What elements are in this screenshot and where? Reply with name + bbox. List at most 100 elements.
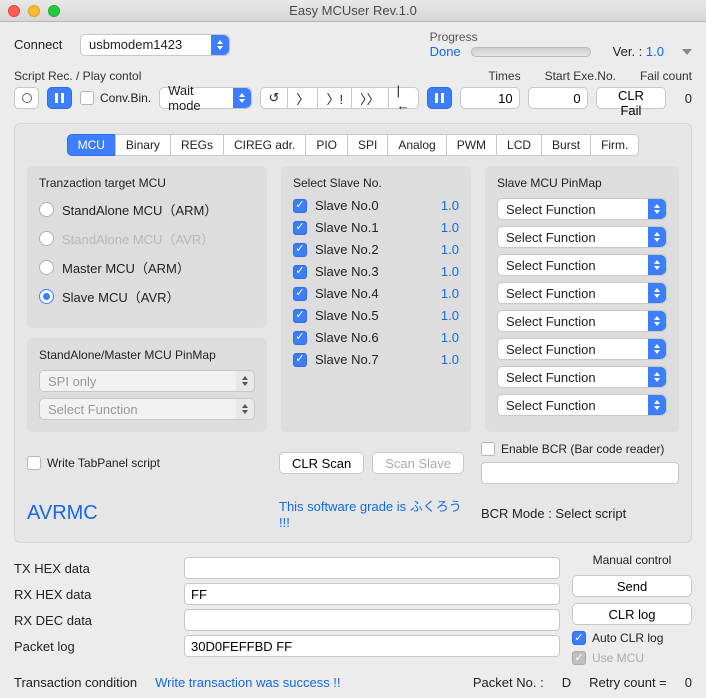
tx-hex-label: TX HEX data xyxy=(14,561,184,576)
tab-lcd[interactable]: LCD xyxy=(496,134,541,156)
radio-slave-avr[interactable]: Slave MCU（AVR） xyxy=(39,287,255,306)
slave-version: 1.0 xyxy=(441,198,459,213)
slave-version: 1.0 xyxy=(441,330,459,345)
chevron-updown-icon xyxy=(211,35,229,55)
clr-fail-button[interactable]: CLR Fail xyxy=(596,87,667,109)
slave-func-value: Select Function xyxy=(506,202,596,217)
bcr-input[interactable] xyxy=(481,462,679,484)
slave-label: Slave No.5 xyxy=(315,308,379,323)
write-tabpanel-check[interactable] xyxy=(27,456,41,470)
connect-port-select[interactable]: usbmodem1423 xyxy=(80,34,230,56)
tab-regs[interactable]: REGs xyxy=(170,134,223,156)
slave-func-select-5[interactable]: Select Function xyxy=(497,338,667,360)
trans-cond-msg: Write transaction was success !! xyxy=(155,675,340,690)
slave-check-2[interactable] xyxy=(293,243,307,257)
radio-standalone-arm[interactable]: StandAlone MCU（ARM） xyxy=(39,200,255,219)
slave-label: Slave No.6 xyxy=(315,330,379,345)
manual-title: Manual control xyxy=(572,553,692,567)
slave-version: 1.0 xyxy=(441,352,459,367)
times-input[interactable] xyxy=(460,87,520,109)
tab-cireg[interactable]: CIREG adr. xyxy=(223,134,305,156)
chevron-updown-icon xyxy=(236,399,254,419)
tab-pwm[interactable]: PWM xyxy=(446,134,496,156)
slave-func-select-6[interactable]: Select Function xyxy=(497,366,667,388)
retry-label: Retry count = xyxy=(589,675,667,690)
script-heading: Script Rec. / Play contol xyxy=(14,69,488,83)
slave-func-select-4[interactable]: Select Function xyxy=(497,310,667,332)
slave-label: Slave No.4 xyxy=(315,286,379,301)
clr-log-button[interactable]: CLR log xyxy=(572,603,692,625)
nav-stepstop-button[interactable]: 〉! xyxy=(317,87,351,109)
scan-slave-button: Scan Slave xyxy=(372,452,464,474)
target-title: Tranzaction target MCU xyxy=(39,176,255,190)
tab-burst[interactable]: Burst xyxy=(541,134,590,156)
slave-func-select-2[interactable]: Select Function xyxy=(497,254,667,276)
slave-func-value: Select Function xyxy=(506,230,596,245)
slave-label: Slave No.7 xyxy=(315,352,379,367)
chevron-updown-icon xyxy=(648,367,666,387)
record-icon xyxy=(22,93,32,103)
trans-cond-label: Transaction condition xyxy=(14,675,137,690)
slave-select-box: Select Slave No. Slave No.01.0Slave No.1… xyxy=(281,166,471,432)
slave-version: 1.0 xyxy=(441,308,459,323)
version-label: Ver. : 1.0 xyxy=(613,44,664,59)
slave-func-select-3[interactable]: Select Function xyxy=(497,282,667,304)
use-mcu-check xyxy=(572,651,586,665)
start-heading: Start Exe.No. xyxy=(545,69,616,83)
tab-binary[interactable]: Binary xyxy=(115,134,170,156)
write-tabpanel-label: Write TabPanel script xyxy=(47,456,160,470)
tx-hex-input[interactable] xyxy=(184,557,560,579)
radio-master-arm[interactable]: Master MCU（ARM） xyxy=(39,258,255,277)
nav-fast-button[interactable]: 〉〉 xyxy=(351,87,388,109)
send-button[interactable]: Send xyxy=(572,575,692,597)
slave-pinmap-box: Slave MCU PinMap Select FunctionSelect F… xyxy=(485,166,679,432)
nav-step-button[interactable]: 〉 xyxy=(287,87,317,109)
auto-clr-check[interactable] xyxy=(572,631,586,645)
start-input[interactable] xyxy=(528,87,588,109)
nav-restart-button[interactable]: ↺ xyxy=(260,87,288,109)
rx-hex-label: RX HEX data xyxy=(14,587,184,602)
slave-func-select-1[interactable]: Select Function xyxy=(497,226,667,248)
disclosure-icon[interactable] xyxy=(682,49,692,55)
script-mode-value: Wait mode xyxy=(168,83,226,113)
conv-bin-check[interactable] xyxy=(80,91,94,105)
record-button[interactable] xyxy=(14,87,39,109)
slave-check-6[interactable] xyxy=(293,331,307,345)
target-mcu-box: Tranzaction target MCU StandAlone MCU（AR… xyxy=(27,166,267,328)
slave-title: Select Slave No. xyxy=(293,176,459,190)
script-mode-select[interactable]: Wait mode xyxy=(159,87,251,109)
slave-check-5[interactable] xyxy=(293,309,307,323)
window-title: Easy MCUser Rev.1.0 xyxy=(0,3,706,18)
tab-pio[interactable]: PIO xyxy=(305,134,347,156)
slave-func-select-0[interactable]: Select Function xyxy=(497,198,667,220)
slave-check-3[interactable] xyxy=(293,265,307,279)
slave-check-1[interactable] xyxy=(293,221,307,235)
brand-label: AVRMC xyxy=(27,502,98,524)
connect-label: Connect xyxy=(14,37,70,52)
slave-func-select-7[interactable]: Select Function xyxy=(497,394,667,416)
enable-bcr-check[interactable] xyxy=(481,442,495,456)
slave-check-7[interactable] xyxy=(293,353,307,367)
clr-scan-button[interactable]: CLR Scan xyxy=(279,452,364,474)
rx-dec-label: RX DEC data xyxy=(14,613,184,628)
pause-button[interactable] xyxy=(47,87,72,109)
connect-port-value: usbmodem1423 xyxy=(89,37,182,52)
tab-firm[interactable]: Firm. xyxy=(590,134,639,156)
rx-dec-input[interactable] xyxy=(184,609,560,631)
rx-hex-input[interactable] xyxy=(184,583,560,605)
main-panel: MCU Binary REGs CIREG adr. PIO SPI Analo… xyxy=(14,123,692,543)
radio-standalone-avr: StandAlone MCU（AVR） xyxy=(39,229,255,248)
slave-func-value: Select Function xyxy=(506,286,596,301)
retry-value: 0 xyxy=(685,675,692,690)
nav-begin-button[interactable]: |← xyxy=(388,87,419,109)
tab-spi[interactable]: SPI xyxy=(347,134,387,156)
tab-analog[interactable]: Analog xyxy=(387,134,445,156)
slave-func-value: Select Function xyxy=(506,370,596,385)
slave-check-4[interactable] xyxy=(293,287,307,301)
script-nav-group: ↺ 〉 〉! 〉〉 |← xyxy=(260,87,419,109)
tab-mcu[interactable]: MCU xyxy=(67,134,115,156)
slave-check-0[interactable] xyxy=(293,199,307,213)
packet-log-input[interactable] xyxy=(184,635,560,657)
pause2-button[interactable] xyxy=(427,87,452,109)
use-mcu-label: Use MCU xyxy=(592,651,644,665)
